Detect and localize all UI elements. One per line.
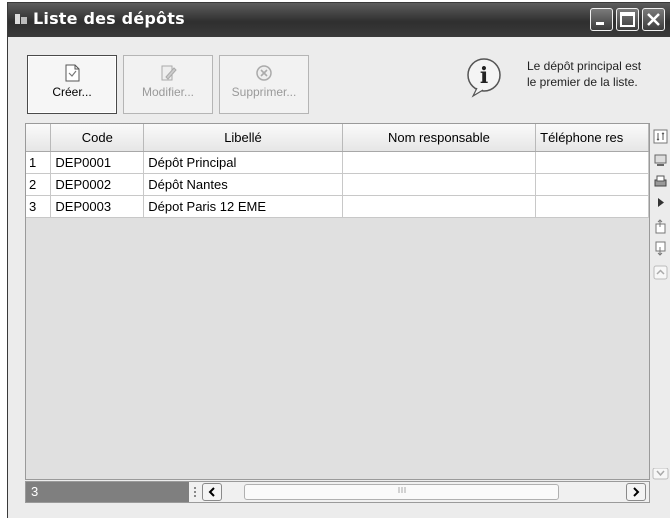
delete-button[interactable]: Supprimer... bbox=[219, 55, 309, 114]
info-icon: i bbox=[467, 58, 501, 98]
cell-responsable[interactable] bbox=[342, 151, 537, 174]
info-line-2: le premier de la liste. bbox=[527, 75, 638, 89]
table-row[interactable]: 2 DEP0002 Dépôt Nantes bbox=[26, 173, 649, 196]
cell-code[interactable]: DEP0002 bbox=[50, 173, 145, 196]
cell-libelle[interactable]: Dépot Paris 12 EME bbox=[143, 195, 343, 218]
row-index: 2 bbox=[26, 173, 52, 196]
column-header-code[interactable]: Code bbox=[50, 124, 145, 152]
row-index: 3 bbox=[26, 195, 52, 218]
table-row[interactable]: 1 DEP0001 Dépôt Principal bbox=[26, 151, 649, 174]
horizontal-scrollbar[interactable] bbox=[189, 482, 649, 502]
close-icon bbox=[647, 13, 660, 26]
scroll-down-icon[interactable] bbox=[651, 468, 670, 480]
monitor-icon[interactable] bbox=[653, 153, 668, 168]
import-icon[interactable] bbox=[653, 241, 668, 256]
svg-text:i: i bbox=[480, 63, 488, 89]
edit-document-icon bbox=[161, 65, 177, 81]
row-index-header[interactable] bbox=[26, 124, 52, 152]
cell-telephone[interactable] bbox=[535, 195, 649, 218]
cell-code[interactable]: DEP0001 bbox=[50, 151, 145, 174]
export-icon[interactable] bbox=[653, 219, 668, 234]
column-header-responsable[interactable]: Nom responsable bbox=[342, 124, 537, 152]
column-config-icon[interactable] bbox=[653, 129, 668, 144]
maximize-icon bbox=[620, 12, 635, 27]
play-icon[interactable] bbox=[653, 195, 668, 210]
chevron-left-icon bbox=[208, 487, 215, 497]
create-label: Créer... bbox=[52, 85, 92, 99]
column-header-telephone[interactable]: Téléphone res bbox=[535, 124, 649, 152]
row-index: 1 bbox=[26, 151, 52, 174]
cell-responsable[interactable] bbox=[342, 173, 537, 196]
print-icon[interactable] bbox=[653, 174, 668, 189]
delete-icon bbox=[256, 65, 272, 81]
cell-libelle[interactable]: Dépôt Nantes bbox=[143, 173, 343, 196]
scroll-left-button[interactable] bbox=[202, 483, 222, 501]
modify-label: Modifier... bbox=[141, 85, 195, 99]
column-header-libelle[interactable]: Libellé bbox=[143, 124, 343, 152]
maximize-button[interactable] bbox=[616, 8, 639, 31]
cell-libelle[interactable]: Dépôt Principal bbox=[143, 151, 343, 174]
app-icon bbox=[15, 14, 27, 24]
info-line-1: Le dépôt principal est bbox=[527, 59, 642, 73]
cell-telephone[interactable] bbox=[535, 173, 649, 196]
minimize-icon bbox=[596, 22, 604, 25]
chevron-right-icon bbox=[633, 487, 640, 497]
depots-window: Liste des dépôts Créer... Modifier... Su… bbox=[7, 2, 670, 518]
scroll-right-button[interactable] bbox=[626, 483, 646, 501]
modify-button[interactable]: Modifier... bbox=[123, 55, 213, 114]
create-button[interactable]: Créer... bbox=[27, 55, 117, 114]
cell-telephone[interactable] bbox=[535, 151, 649, 174]
minimize-button[interactable] bbox=[590, 8, 613, 31]
scrollbar-grip-icon bbox=[194, 487, 196, 497]
table-row[interactable]: 3 DEP0003 Dépot Paris 12 EME bbox=[26, 195, 649, 218]
close-button[interactable] bbox=[642, 8, 665, 31]
thumb-grip-icon bbox=[398, 487, 405, 493]
cell-responsable[interactable] bbox=[342, 195, 537, 218]
scrollbar-thumb[interactable] bbox=[244, 484, 559, 500]
title-bar[interactable]: Liste des dépôts bbox=[8, 3, 670, 37]
window-title: Liste des dépôts bbox=[33, 9, 185, 28]
info-message: Le dépôt principal est le premier de la … bbox=[527, 58, 641, 90]
new-document-icon bbox=[65, 64, 80, 82]
delete-label: Supprimer... bbox=[231, 85, 297, 99]
cell-code[interactable]: DEP0003 bbox=[50, 195, 145, 218]
table-header-row: Code Libellé Nom responsable Téléphone r… bbox=[26, 124, 649, 152]
row-count: 3 bbox=[26, 482, 189, 502]
table-side-toolbar bbox=[651, 123, 670, 480]
depots-table: Code Libellé Nom responsable Téléphone r… bbox=[25, 123, 650, 480]
table-footer: 3 bbox=[25, 481, 650, 503]
scroll-up-icon[interactable] bbox=[653, 265, 668, 280]
